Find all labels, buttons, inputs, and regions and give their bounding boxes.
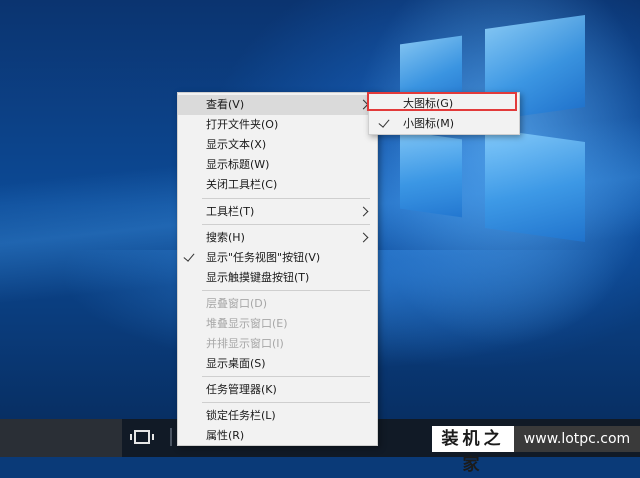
menu-item-side-by-side-windows: 并排显示窗口(I) — [178, 334, 377, 354]
menu-item-label: 打开文件夹(O) — [206, 118, 279, 131]
menu-item-label: 并排显示窗口(I) — [206, 337, 284, 350]
taskbar-divider — [170, 428, 172, 446]
menu-item-label: 锁定任务栏(L) — [206, 409, 276, 422]
checkmark-icon — [378, 116, 390, 128]
menu-item-properties[interactable]: 属性(R) — [178, 426, 377, 446]
menu-item-label: 层叠窗口(D) — [206, 297, 268, 310]
menu-item-label: 关闭工具栏(C) — [206, 178, 278, 191]
watermark-url: www.lotpc.com — [514, 426, 640, 452]
menu-item-search[interactable]: 搜索(H) — [178, 228, 377, 248]
menu-item-label: 任务管理器(K) — [206, 383, 277, 396]
menu-item-show-task-view-button[interactable]: 显示"任务视图"按钮(V) — [178, 248, 377, 268]
menu-item-lock-taskbar[interactable]: 锁定任务栏(L) — [178, 406, 377, 426]
taskbar-context-menu: 查看(V) 打开文件夹(O) 显示文本(X) 显示标题(W) 关闭工具栏(C) … — [177, 92, 378, 446]
menu-separator — [202, 376, 370, 377]
logo-pane-bottom-left — [400, 130, 462, 218]
menu-item-label: 显示文本(X) — [206, 138, 267, 151]
checkmark-icon — [183, 250, 195, 262]
menu-item-show-title[interactable]: 显示标题(W) — [178, 155, 377, 175]
submenu-item-label: 小图标(M) — [403, 117, 455, 130]
menu-item-label: 显示"任务视图"按钮(V) — [206, 251, 321, 264]
menu-item-label: 查看(V) — [206, 98, 245, 111]
task-view-icon[interactable] — [130, 430, 154, 444]
menu-item-label: 属性(R) — [206, 429, 245, 442]
menu-item-label: 堆叠显示窗口(E) — [206, 317, 288, 330]
menu-item-label: 工具栏(T) — [206, 205, 255, 218]
menu-item-task-manager[interactable]: 任务管理器(K) — [178, 380, 377, 400]
menu-item-show-text[interactable]: 显示文本(X) — [178, 135, 377, 155]
menu-separator — [202, 198, 370, 199]
submenu-item-small-icons[interactable]: 小图标(M) — [369, 114, 519, 134]
menu-item-label: 搜索(H) — [206, 231, 245, 244]
highlight-annotation-box — [367, 92, 517, 111]
menu-item-label: 显示触摸键盘按钮(T) — [206, 271, 310, 284]
menu-item-label: 显示桌面(S) — [206, 357, 266, 370]
menu-item-cascade-windows: 层叠窗口(D) — [178, 294, 377, 314]
menu-separator — [202, 224, 370, 225]
menu-item-toolbars[interactable]: 工具栏(T) — [178, 202, 377, 222]
menu-item-stack-windows: 堆叠显示窗口(E) — [178, 314, 377, 334]
menu-item-open-folder[interactable]: 打开文件夹(O) — [178, 115, 377, 135]
menu-separator — [202, 402, 370, 403]
menu-separator — [202, 290, 370, 291]
menu-item-label: 显示标题(W) — [206, 158, 270, 171]
logo-pane-bottom-right — [485, 127, 585, 243]
chevron-right-icon — [358, 206, 369, 217]
chevron-right-icon — [358, 232, 369, 243]
menu-item-show-desktop[interactable]: 显示桌面(S) — [178, 354, 377, 374]
menu-item-close-toolbar[interactable]: 关闭工具栏(C) — [178, 175, 377, 195]
menu-item-view[interactable]: 查看(V) — [178, 95, 377, 115]
menu-item-show-touch-keyboard[interactable]: 显示触摸键盘按钮(T) — [178, 268, 377, 288]
taskbar-search-area[interactable] — [0, 419, 122, 457]
watermark-site-name: 装机之家 — [432, 426, 514, 475]
